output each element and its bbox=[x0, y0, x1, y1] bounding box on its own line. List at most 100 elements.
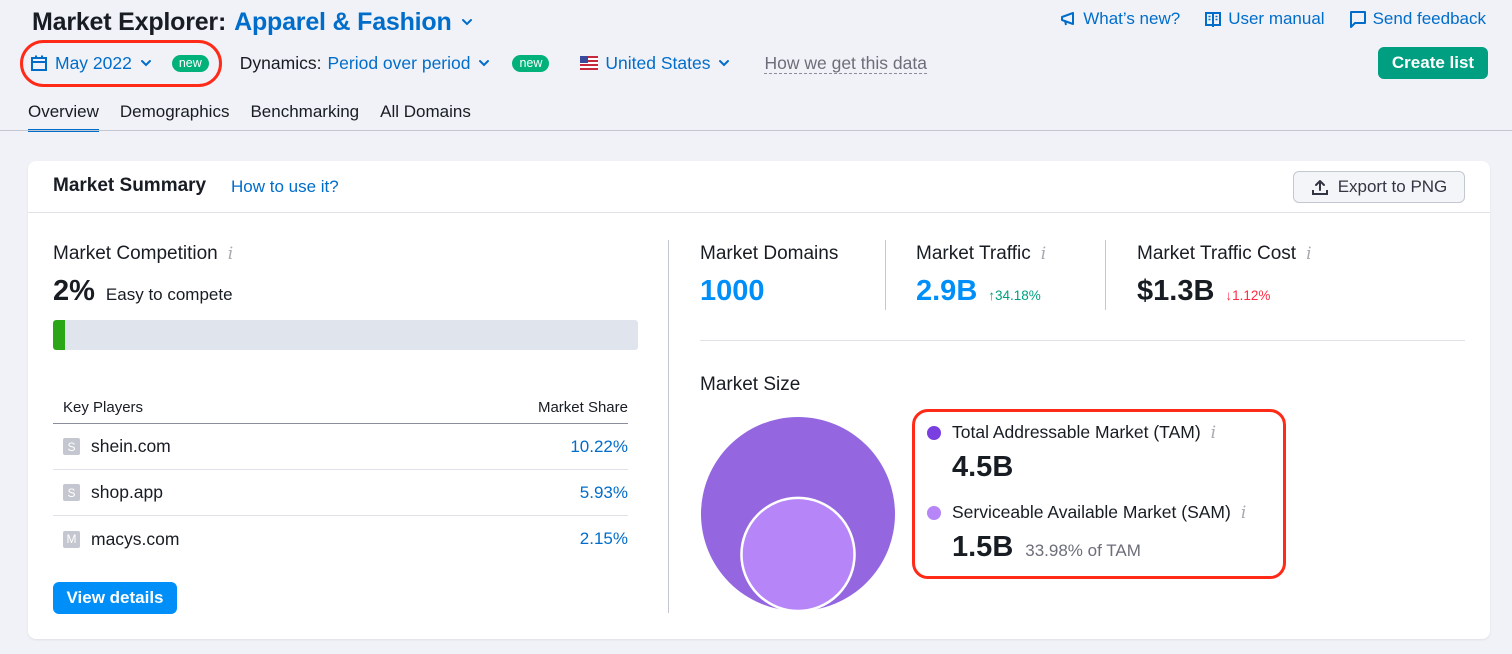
domain-name: macys.com bbox=[91, 528, 180, 549]
tabs-divider bbox=[0, 130, 1512, 131]
favicon-icon: S bbox=[63, 484, 80, 501]
how-to-use-link[interactable]: How to use it? bbox=[231, 177, 339, 197]
domain-name: shop.app bbox=[91, 482, 164, 502]
info-icon[interactable]: i bbox=[1211, 423, 1216, 443]
export-label: Export to PNG bbox=[1337, 177, 1448, 196]
card-title: Market Summary bbox=[53, 175, 207, 196]
tam-label: Total Addressable Market (TAM) bbox=[952, 422, 1201, 442]
market-share-value[interactable]: 2.15% bbox=[580, 529, 628, 549]
domain-name: shein.com bbox=[91, 436, 171, 456]
chat-bubble-icon bbox=[1349, 11, 1366, 28]
metric-change-up: ↑34.18% bbox=[988, 288, 1041, 303]
category-selector[interactable]: Apparel & Fashion bbox=[234, 8, 452, 37]
col-key-players: Key Players bbox=[63, 398, 144, 416]
info-icon[interactable]: i bbox=[1041, 244, 1046, 264]
sam-share-of-tam: 33.98% of TAM bbox=[1025, 541, 1141, 560]
dynamics-label: Dynamics: bbox=[239, 52, 322, 73]
column-divider bbox=[668, 240, 669, 613]
dynamics-selector[interactable]: Dynamics: Period over period new bbox=[240, 53, 550, 74]
whats-new-link[interactable]: What’s new? bbox=[1059, 9, 1180, 29]
info-icon[interactable]: i bbox=[1241, 503, 1246, 523]
market-size-legend: Total Addressable Market (TAM) i 4.5B Se… bbox=[912, 409, 1286, 579]
metrics-divider bbox=[700, 340, 1465, 341]
create-list-button[interactable]: Create list bbox=[1378, 47, 1488, 79]
calendar-icon bbox=[31, 55, 47, 71]
metric-value: $1.3B bbox=[1137, 275, 1215, 307]
how-we-get-data-link[interactable]: How we get this data bbox=[764, 53, 927, 74]
tab-benchmarking[interactable]: Benchmarking bbox=[250, 100, 359, 132]
market-share-value[interactable]: 10.22% bbox=[570, 437, 628, 457]
tab-demographics[interactable]: Demographics bbox=[120, 100, 230, 132]
metric-separator bbox=[1105, 240, 1106, 310]
chevron-down-icon bbox=[478, 57, 490, 69]
tab-overview[interactable]: Overview bbox=[28, 100, 99, 132]
key-players-table: Key Players Market Share S shein.com 10.… bbox=[53, 391, 628, 562]
country-value: United States bbox=[605, 52, 711, 73]
user-manual-label: User manual bbox=[1228, 9, 1325, 28]
legend-item-tam: Total Addressable Market (TAM) i 4.5B bbox=[927, 422, 1216, 484]
us-flag-icon bbox=[580, 56, 599, 70]
market-competition-value-row: 2% Easy to compete bbox=[53, 275, 233, 308]
metric-separator bbox=[885, 240, 886, 310]
page-title-prefix: Market Explorer: bbox=[32, 7, 227, 36]
market-size-title: Market Size bbox=[700, 374, 801, 395]
tabs: Overview Demographics Benchmarking All D… bbox=[28, 100, 471, 132]
market-competition-text: Market Competition bbox=[53, 243, 218, 264]
tab-all-domains[interactable]: All Domains bbox=[380, 100, 471, 132]
tam-value: 4.5B bbox=[952, 451, 1014, 483]
new-badge: new bbox=[512, 54, 550, 72]
filters-row: May 2022 new Dynamics: Period over perio… bbox=[30, 48, 927, 78]
metric-change-down: ↓1.12% bbox=[1225, 288, 1271, 303]
metric-market-traffic: Market Traffic i 2.9B ↑34.18% bbox=[916, 243, 1046, 308]
domain-link[interactable]: S shop.app bbox=[63, 482, 163, 503]
competition-progress-bar bbox=[53, 320, 638, 350]
metric-market-traffic-cost: Market Traffic Cost i $1.3B ↓1.12% bbox=[1137, 243, 1312, 308]
market-competition-value: 2% bbox=[53, 275, 95, 307]
sam-label: Serviceable Available Market (SAM) bbox=[952, 502, 1231, 522]
book-icon bbox=[1205, 12, 1222, 27]
market-competition-description: Easy to compete bbox=[105, 285, 233, 304]
key-players-header: Key Players Market Share bbox=[53, 391, 628, 424]
tam-dot-icon bbox=[927, 425, 941, 440]
whats-new-label: What’s new? bbox=[1083, 9, 1181, 28]
dynamics-value: Period over period bbox=[327, 52, 471, 73]
metric-value[interactable]: 1000 bbox=[700, 275, 765, 308]
page-title: Market Explorer: Apparel & Fashion bbox=[32, 6, 474, 38]
metric-label: Market Domains bbox=[700, 243, 839, 264]
metric-label: Market Traffic bbox=[916, 243, 1031, 264]
metric-value[interactable]: 2.9B bbox=[916, 275, 977, 308]
sam-circle bbox=[740, 496, 856, 612]
view-details-button[interactable]: View details bbox=[53, 582, 177, 614]
send-feedback-link[interactable]: Send feedback bbox=[1349, 9, 1486, 29]
top-links: What’s new? User manual Send feedback bbox=[1059, 9, 1486, 29]
date-selector[interactable]: May 2022 new bbox=[30, 53, 209, 74]
info-icon[interactable]: i bbox=[1306, 244, 1311, 264]
chevron-down-icon bbox=[140, 57, 152, 69]
market-share-value[interactable]: 5.93% bbox=[580, 483, 628, 503]
export-to-png-button[interactable]: Export to PNG bbox=[1293, 171, 1465, 203]
domain-link[interactable]: S shein.com bbox=[63, 436, 171, 457]
favicon-icon: S bbox=[63, 438, 80, 455]
upload-icon bbox=[1311, 180, 1328, 195]
sam-value: 1.5B bbox=[952, 531, 1014, 563]
chevron-down-icon[interactable] bbox=[460, 15, 474, 29]
market-competition-label: Market Competition i bbox=[53, 243, 233, 265]
chevron-down-icon bbox=[718, 57, 730, 69]
favicon-icon: M bbox=[63, 530, 80, 548]
col-market-share: Market Share bbox=[537, 398, 628, 416]
card-header: Market Summary How to use it? Export to … bbox=[28, 161, 1490, 213]
domain-link[interactable]: M macys.com bbox=[63, 529, 179, 550]
info-icon[interactable]: i bbox=[228, 244, 233, 264]
user-manual-link[interactable]: User manual bbox=[1204, 9, 1325, 29]
new-badge: new bbox=[171, 54, 209, 72]
date-value: May 2022 bbox=[55, 52, 132, 73]
table-row: S shop.app 5.93% bbox=[53, 470, 628, 516]
legend-item-sam: Serviceable Available Market (SAM) i 1.5… bbox=[927, 502, 1246, 564]
country-selector[interactable]: United States bbox=[580, 53, 730, 74]
table-row: M macys.com 2.15% bbox=[53, 516, 628, 562]
send-feedback-label: Send feedback bbox=[1372, 9, 1486, 28]
sam-dot-icon bbox=[927, 505, 941, 520]
metric-market-domains: Market Domains 1000 bbox=[700, 243, 838, 308]
table-row: S shein.com 10.22% bbox=[53, 424, 628, 470]
competition-progress-fill bbox=[53, 320, 65, 350]
